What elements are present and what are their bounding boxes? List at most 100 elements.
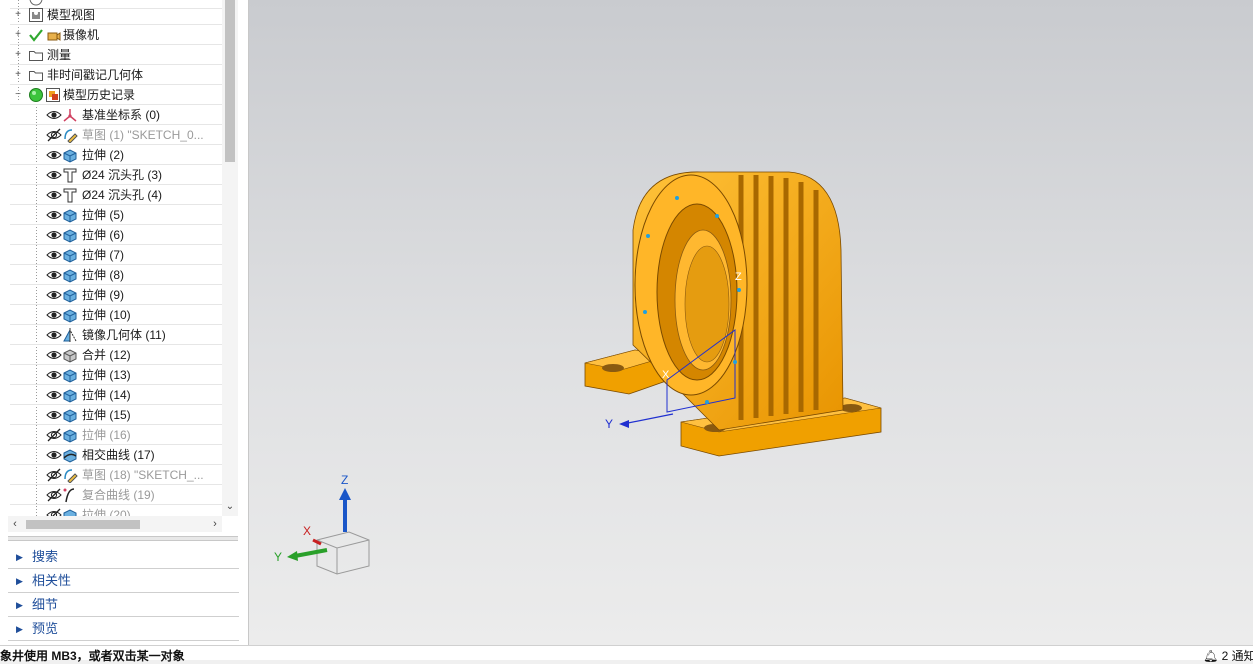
- section-search[interactable]: ▶ 搜索: [8, 546, 239, 569]
- tree-item-label: 草图 (18) "SKETCH_...: [82, 468, 204, 482]
- tree-item-feature[interactable]: 拉伸 (14): [0, 385, 222, 405]
- tree-item-feature[interactable]: Ø24 沉头孔 (3): [0, 165, 222, 185]
- history-icon: [45, 87, 61, 103]
- model-tree: + 模型视图 + 摄像机 + 测量 + 非时间戳记几何体 − 模型历史记录 基准…: [0, 0, 222, 516]
- eye-icon[interactable]: [46, 108, 62, 122]
- expand-icon[interactable]: +: [14, 50, 22, 60]
- tree-vertical-scrollbar[interactable]: ⌄: [222, 0, 238, 516]
- tree-item-feature[interactable]: 复合曲线 (19): [0, 485, 222, 505]
- tree-item-feature[interactable]: Ø24 沉头孔 (4): [0, 185, 222, 205]
- tree-item-cameras[interactable]: + 摄像机: [0, 25, 222, 45]
- tree-item-feature[interactable]: 拉伸 (6): [0, 225, 222, 245]
- tree-item-label: 拉伸 (9): [82, 288, 125, 302]
- extrude-icon: [62, 287, 78, 303]
- tree-item-feature[interactable]: 拉伸 (20): [0, 505, 222, 516]
- eye-icon[interactable]: [46, 308, 62, 322]
- tree-item-feature[interactable]: 镜像几何体 (11): [0, 325, 222, 345]
- tree-item-feature[interactable]: 拉伸 (15): [0, 405, 222, 425]
- panel-splitter[interactable]: [8, 536, 238, 541]
- graphics-window[interactable]: Y X Z Z Y X: [249, 0, 1253, 645]
- counterbore-hole-icon: [62, 187, 78, 203]
- tree-item-feature[interactable]: 拉伸 (5): [0, 205, 222, 225]
- chevron-right-icon[interactable]: ›: [208, 516, 222, 532]
- eye-icon[interactable]: [46, 248, 62, 262]
- tree-item-label: Ø24 沉头孔 (4): [82, 188, 163, 202]
- tree-item-label: 基准坐标系 (0): [82, 108, 161, 122]
- chevron-left-icon[interactable]: ‹: [8, 516, 22, 532]
- camera-icon: [45, 27, 61, 43]
- eye-hidden-icon[interactable]: [46, 468, 62, 482]
- eye-icon[interactable]: [46, 228, 62, 242]
- eye-icon[interactable]: [46, 388, 62, 402]
- tree-item-feature[interactable]: 拉伸 (13): [0, 365, 222, 385]
- tree-item-feature[interactable]: 合并 (12): [0, 345, 222, 365]
- eye-icon[interactable]: [46, 208, 62, 222]
- tree-item-label: 非时间戳记几何体: [47, 68, 144, 82]
- tree-item-feature[interactable]: 拉伸 (2): [0, 145, 222, 165]
- eye-hidden-icon[interactable]: [46, 128, 62, 142]
- section-dependencies[interactable]: ▶ 相关性: [8, 570, 239, 593]
- tree-item-label: 拉伸 (8): [82, 268, 125, 282]
- eye-icon[interactable]: [46, 368, 62, 382]
- triangle-right-icon: ▶: [16, 552, 23, 562]
- eye-hidden-icon[interactable]: [46, 508, 62, 516]
- tree-item-feature[interactable]: 相交曲线 (17): [0, 445, 222, 465]
- eye-icon[interactable]: [46, 348, 62, 362]
- tree-item-model-views[interactable]: + 模型视图: [0, 5, 222, 25]
- folder-icon: [28, 67, 44, 83]
- triangle-right-icon: ▶: [16, 576, 23, 586]
- section-details[interactable]: ▶ 细节: [8, 594, 239, 617]
- expand-icon[interactable]: +: [14, 10, 22, 20]
- tree-item-feature[interactable]: 拉伸 (10): [0, 305, 222, 325]
- eye-icon[interactable]: [46, 268, 62, 282]
- section-preview[interactable]: ▶ 预览: [8, 618, 239, 641]
- tree-item-label: 模型历史记录: [63, 88, 136, 102]
- tree-item-label: 模型视图: [47, 8, 96, 22]
- expand-icon[interactable]: +: [14, 70, 22, 80]
- tree-item-label: 合并 (12): [82, 348, 131, 362]
- tree-item-model-history[interactable]: − 模型历史记录: [0, 85, 222, 105]
- notifications-button[interactable]: 🔔︎ 2 通知: [1203, 647, 1253, 664]
- eye-hidden-icon[interactable]: [46, 428, 62, 442]
- extrude-icon: [62, 407, 78, 423]
- bearing-housing-model[interactable]: [584, 171, 882, 457]
- triad-z-label: Z: [341, 473, 348, 487]
- scrollbar-thumb[interactable]: [26, 520, 140, 529]
- chevron-down-icon[interactable]: ⌄: [225, 500, 235, 514]
- eye-icon[interactable]: [46, 288, 62, 302]
- eye-icon[interactable]: [46, 168, 62, 182]
- tree-item-label: 草图 (1) "SKETCH_0...: [82, 128, 204, 142]
- extrude-icon: [62, 267, 78, 283]
- triad-x-label: X: [303, 524, 311, 538]
- eye-hidden-icon[interactable]: [46, 488, 62, 502]
- model-canvas[interactable]: Y X Z Z Y X: [249, 0, 1253, 645]
- eye-icon[interactable]: [46, 188, 62, 202]
- eye-icon[interactable]: [46, 148, 62, 162]
- tree-item-feature[interactable]: 拉伸 (16): [0, 425, 222, 445]
- tree-item-feature[interactable]: 拉伸 (8): [0, 265, 222, 285]
- tree-item-feature[interactable]: 基准坐标系 (0): [0, 105, 222, 125]
- tree-item-unused-geometry[interactable]: + 非时间戳记几何体: [0, 65, 222, 85]
- checkmark-icon: [28, 27, 44, 43]
- eye-icon[interactable]: [46, 328, 62, 342]
- tree-item-feature[interactable]: 拉伸 (7): [0, 245, 222, 265]
- notifications-label: 2 通知: [1221, 649, 1253, 663]
- triad-y-label: Y: [274, 550, 282, 564]
- tree-item-label: 拉伸 (10): [82, 308, 131, 322]
- eye-icon[interactable]: [46, 408, 62, 422]
- tree-item-measurements[interactable]: + 测量: [0, 45, 222, 65]
- tree-item-label: 摄像机: [63, 28, 100, 42]
- eye-icon[interactable]: [46, 448, 62, 462]
- tree-horizontal-scrollbar[interactable]: ‹ ›: [8, 516, 222, 532]
- tree-item-feature[interactable]: 草图 (1) "SKETCH_0...: [0, 125, 222, 145]
- tree-item-feature[interactable]: 草图 (18) "SKETCH_...: [0, 465, 222, 485]
- expand-icon[interactable]: +: [14, 30, 22, 40]
- scrollbar-thumb[interactable]: [225, 0, 235, 162]
- collapse-icon[interactable]: −: [14, 90, 22, 100]
- tree-item-label: 拉伸 (2): [82, 148, 125, 162]
- tree-item-label: 镜像几何体 (11): [82, 328, 166, 342]
- tree-item-feature[interactable]: 拉伸 (9): [0, 285, 222, 305]
- view-triad[interactable]: Z Y X: [274, 473, 370, 575]
- status-message: 象井使用 MB3，或者双击某一对象: [0, 649, 185, 663]
- extrude-icon: [62, 427, 78, 443]
